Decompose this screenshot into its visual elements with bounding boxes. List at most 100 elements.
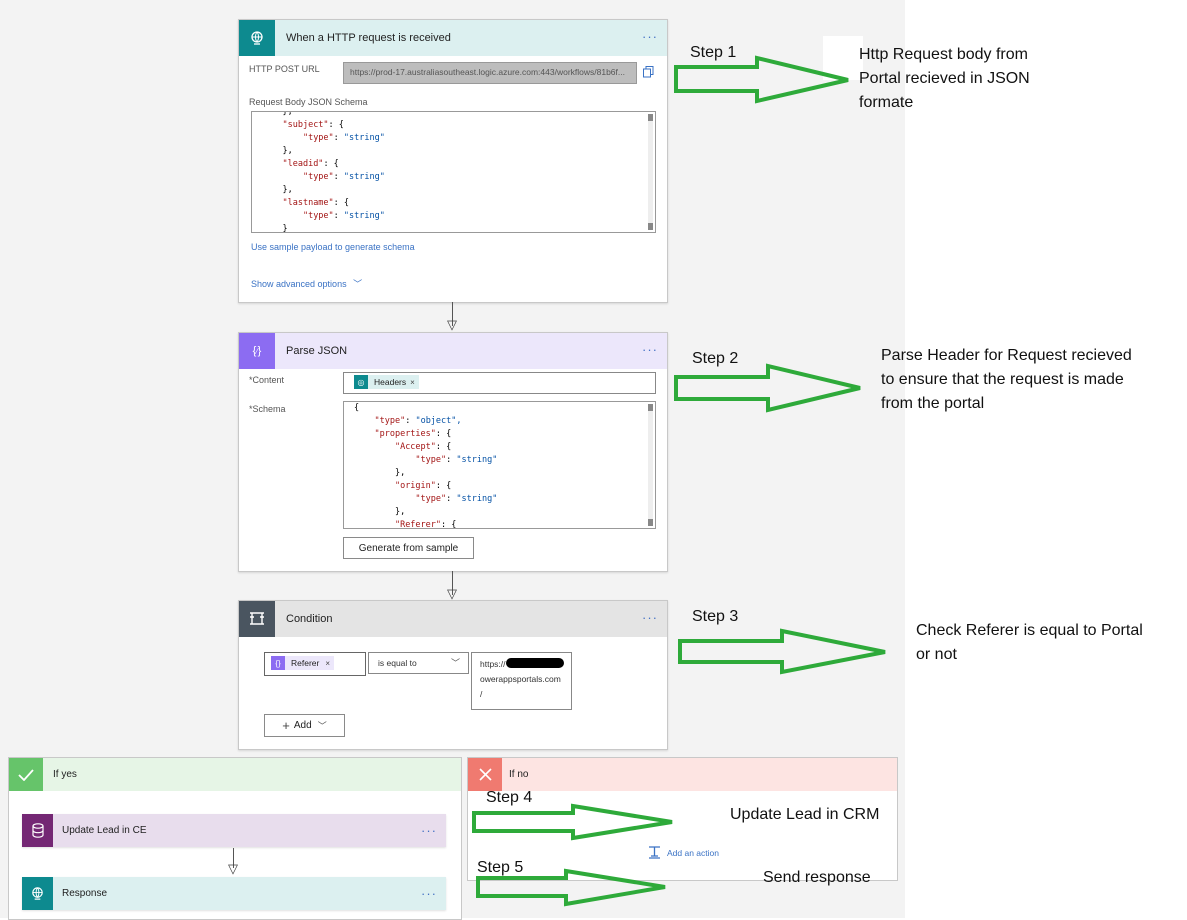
condition-title: Condition <box>286 613 333 625</box>
annotation-line: Update Lead in CRM <box>730 806 880 823</box>
http-trigger-card[interactable]: When a HTTP request is received ··· HTTP… <box>238 19 668 303</box>
http-globe-icon: ◎ <box>354 375 368 389</box>
code-line: "type": "string" <box>415 455 498 465</box>
parse-schema-editor[interactable]: { "type": "object", "properties": { "Acc… <box>343 401 656 529</box>
schema-code-lines: { "type": "object", "properties": { "Acc… <box>344 402 655 529</box>
copy-icon[interactable] <box>643 65 654 78</box>
code-line: } <box>282 224 288 233</box>
parse-json-icon: {⁄} <box>239 333 275 369</box>
add-an-action-link[interactable]: Add an action <box>648 846 719 859</box>
code-line: "subject": { <box>282 120 344 130</box>
parse-json-icon: {} <box>271 656 285 670</box>
arrow-down-icon: ▽ <box>447 586 457 601</box>
more-options-icon[interactable]: ··· <box>421 887 437 900</box>
schema-scrollbar[interactable] <box>648 114 653 230</box>
generate-from-sample-button[interactable]: Generate from sample <box>343 537 474 559</box>
code-line: }, <box>282 146 293 156</box>
database-icon <box>22 814 53 847</box>
schema-scrollbar[interactable] <box>648 404 653 526</box>
checkmark-icon <box>9 758 43 791</box>
operator-value: is equal to <box>378 658 417 668</box>
referer-token-label: Referer <box>291 658 320 668</box>
condition-left-operand[interactable]: {} Referer × <box>264 652 366 676</box>
add-condition-button[interactable]: + Add ﹀ <box>264 714 345 737</box>
annotation-line: from the portal <box>881 395 985 412</box>
more-options-icon[interactable]: ··· <box>421 824 437 837</box>
code-line: }, <box>394 507 406 517</box>
remove-token-icon[interactable]: × <box>410 378 415 387</box>
code-line: "type": "string" <box>302 172 385 182</box>
step3-description: Check Referer is equal to Portal or not <box>916 619 1143 667</box>
code-line: "leadid": { <box>282 159 339 169</box>
code-line: }, <box>282 185 293 195</box>
code-line: "Accept": { <box>394 442 452 452</box>
annotation-line: Send response <box>763 869 871 886</box>
code-line: "properties": { <box>374 429 452 439</box>
if-yes-branch: If yes Update Lead in CE ··· ▽ Response … <box>8 757 462 920</box>
http-post-url-field[interactable]: https://prod-17.australiasoutheast.logic… <box>343 62 637 84</box>
annotation-white-patch <box>823 36 863 80</box>
code-line: "Referer": { <box>394 520 457 529</box>
condition-value-line: / <box>480 689 483 699</box>
arrow-down-icon: ▽ <box>228 861 238 876</box>
content-field[interactable]: ◎ Headers × <box>343 372 656 394</box>
arrow-down-icon: ▽ <box>447 317 457 332</box>
show-advanced-options-link[interactable]: Show advanced options ﹀ <box>251 277 362 290</box>
close-icon <box>468 758 502 791</box>
code-line: "type": "string" <box>302 211 385 221</box>
http-trigger-header[interactable]: When a HTTP request is received ··· <box>239 20 667 56</box>
condition-header[interactable]: Condition ··· <box>239 601 667 637</box>
request-body-schema-label: Request Body JSON Schema <box>249 97 368 107</box>
condition-card[interactable]: Condition ··· {} Referer × is equal to ﹀… <box>238 600 668 750</box>
step4-description: Update Lead in CRM <box>730 803 879 827</box>
annotation-line: Check Referer is equal to Portal <box>916 622 1143 639</box>
if-no-header[interactable]: If no <box>468 758 897 791</box>
use-sample-payload-link[interactable]: Use sample payload to generate schema <box>251 242 415 252</box>
http-globe-icon <box>22 877 53 910</box>
response-action[interactable]: Response ··· <box>22 877 446 910</box>
more-options-icon[interactable]: ··· <box>642 30 658 43</box>
step2-description: Parse Header for Request recieved to ensu… <box>881 344 1132 416</box>
chevron-down-icon: ﹀ <box>450 658 460 668</box>
http-post-url-label: HTTP POST URL <box>249 64 320 74</box>
headers-token[interactable]: ◎ Headers × <box>354 375 419 389</box>
update-lead-action[interactable]: Update Lead in CE ··· <box>22 814 446 847</box>
annotation-line: or not <box>916 646 957 663</box>
operator-dropdown[interactable]: is equal to ﹀ <box>368 652 469 674</box>
referer-token[interactable]: {} Referer × <box>271 656 335 670</box>
code-line: "type": "string" <box>302 133 385 143</box>
if-no-title: If no <box>509 769 529 780</box>
code-line: "type": "string" <box>415 494 498 504</box>
parse-json-header[interactable]: {⁄} Parse JSON ··· <box>239 333 667 369</box>
code-line: "lastname": { <box>282 198 350 208</box>
remove-token-icon[interactable]: × <box>325 659 330 668</box>
condition-value-line: owerappsportals.com <box>480 674 561 684</box>
more-options-icon[interactable]: ··· <box>642 611 658 624</box>
headers-token-label: Headers <box>374 377 407 387</box>
parse-json-card[interactable]: {⁄} Parse JSON ··· *Content ◎ Headers × … <box>238 332 668 572</box>
more-options-icon[interactable]: ··· <box>642 343 658 356</box>
if-yes-title: If yes <box>53 769 77 780</box>
redaction-mark <box>506 658 564 668</box>
step2-label: Step 2 <box>692 350 739 367</box>
annotation-line: Portal recieved in JSON <box>859 70 1030 87</box>
condition-right-operand[interactable]: https://owerappsportals.com / <box>471 652 572 710</box>
plus-icon: + <box>282 718 290 733</box>
if-yes-header[interactable]: If yes <box>9 758 461 791</box>
add-action-icon <box>649 846 660 859</box>
code-line: }, <box>394 468 406 478</box>
parse-json-title: Parse JSON <box>286 345 348 357</box>
schema-label: *Schema <box>249 404 286 414</box>
annotation-line: formate <box>859 94 914 111</box>
request-body-schema-editor[interactable]: }, "subject": { "type": "string" }, "lea… <box>251 111 656 233</box>
http-trigger-title: When a HTTP request is received <box>286 32 451 44</box>
annotation-line: Http Request body from <box>859 46 1028 63</box>
step3-label: Step 3 <box>692 608 739 625</box>
update-lead-title: Update Lead in CE <box>62 825 147 836</box>
http-globe-icon <box>239 20 275 56</box>
step1-description: Http Request body from Portal recieved in… <box>859 43 1030 115</box>
content-label: *Content <box>249 375 285 385</box>
step5-description: Send response <box>763 866 871 890</box>
step1-label: Step 1 <box>690 44 737 61</box>
condition-icon <box>239 601 275 637</box>
